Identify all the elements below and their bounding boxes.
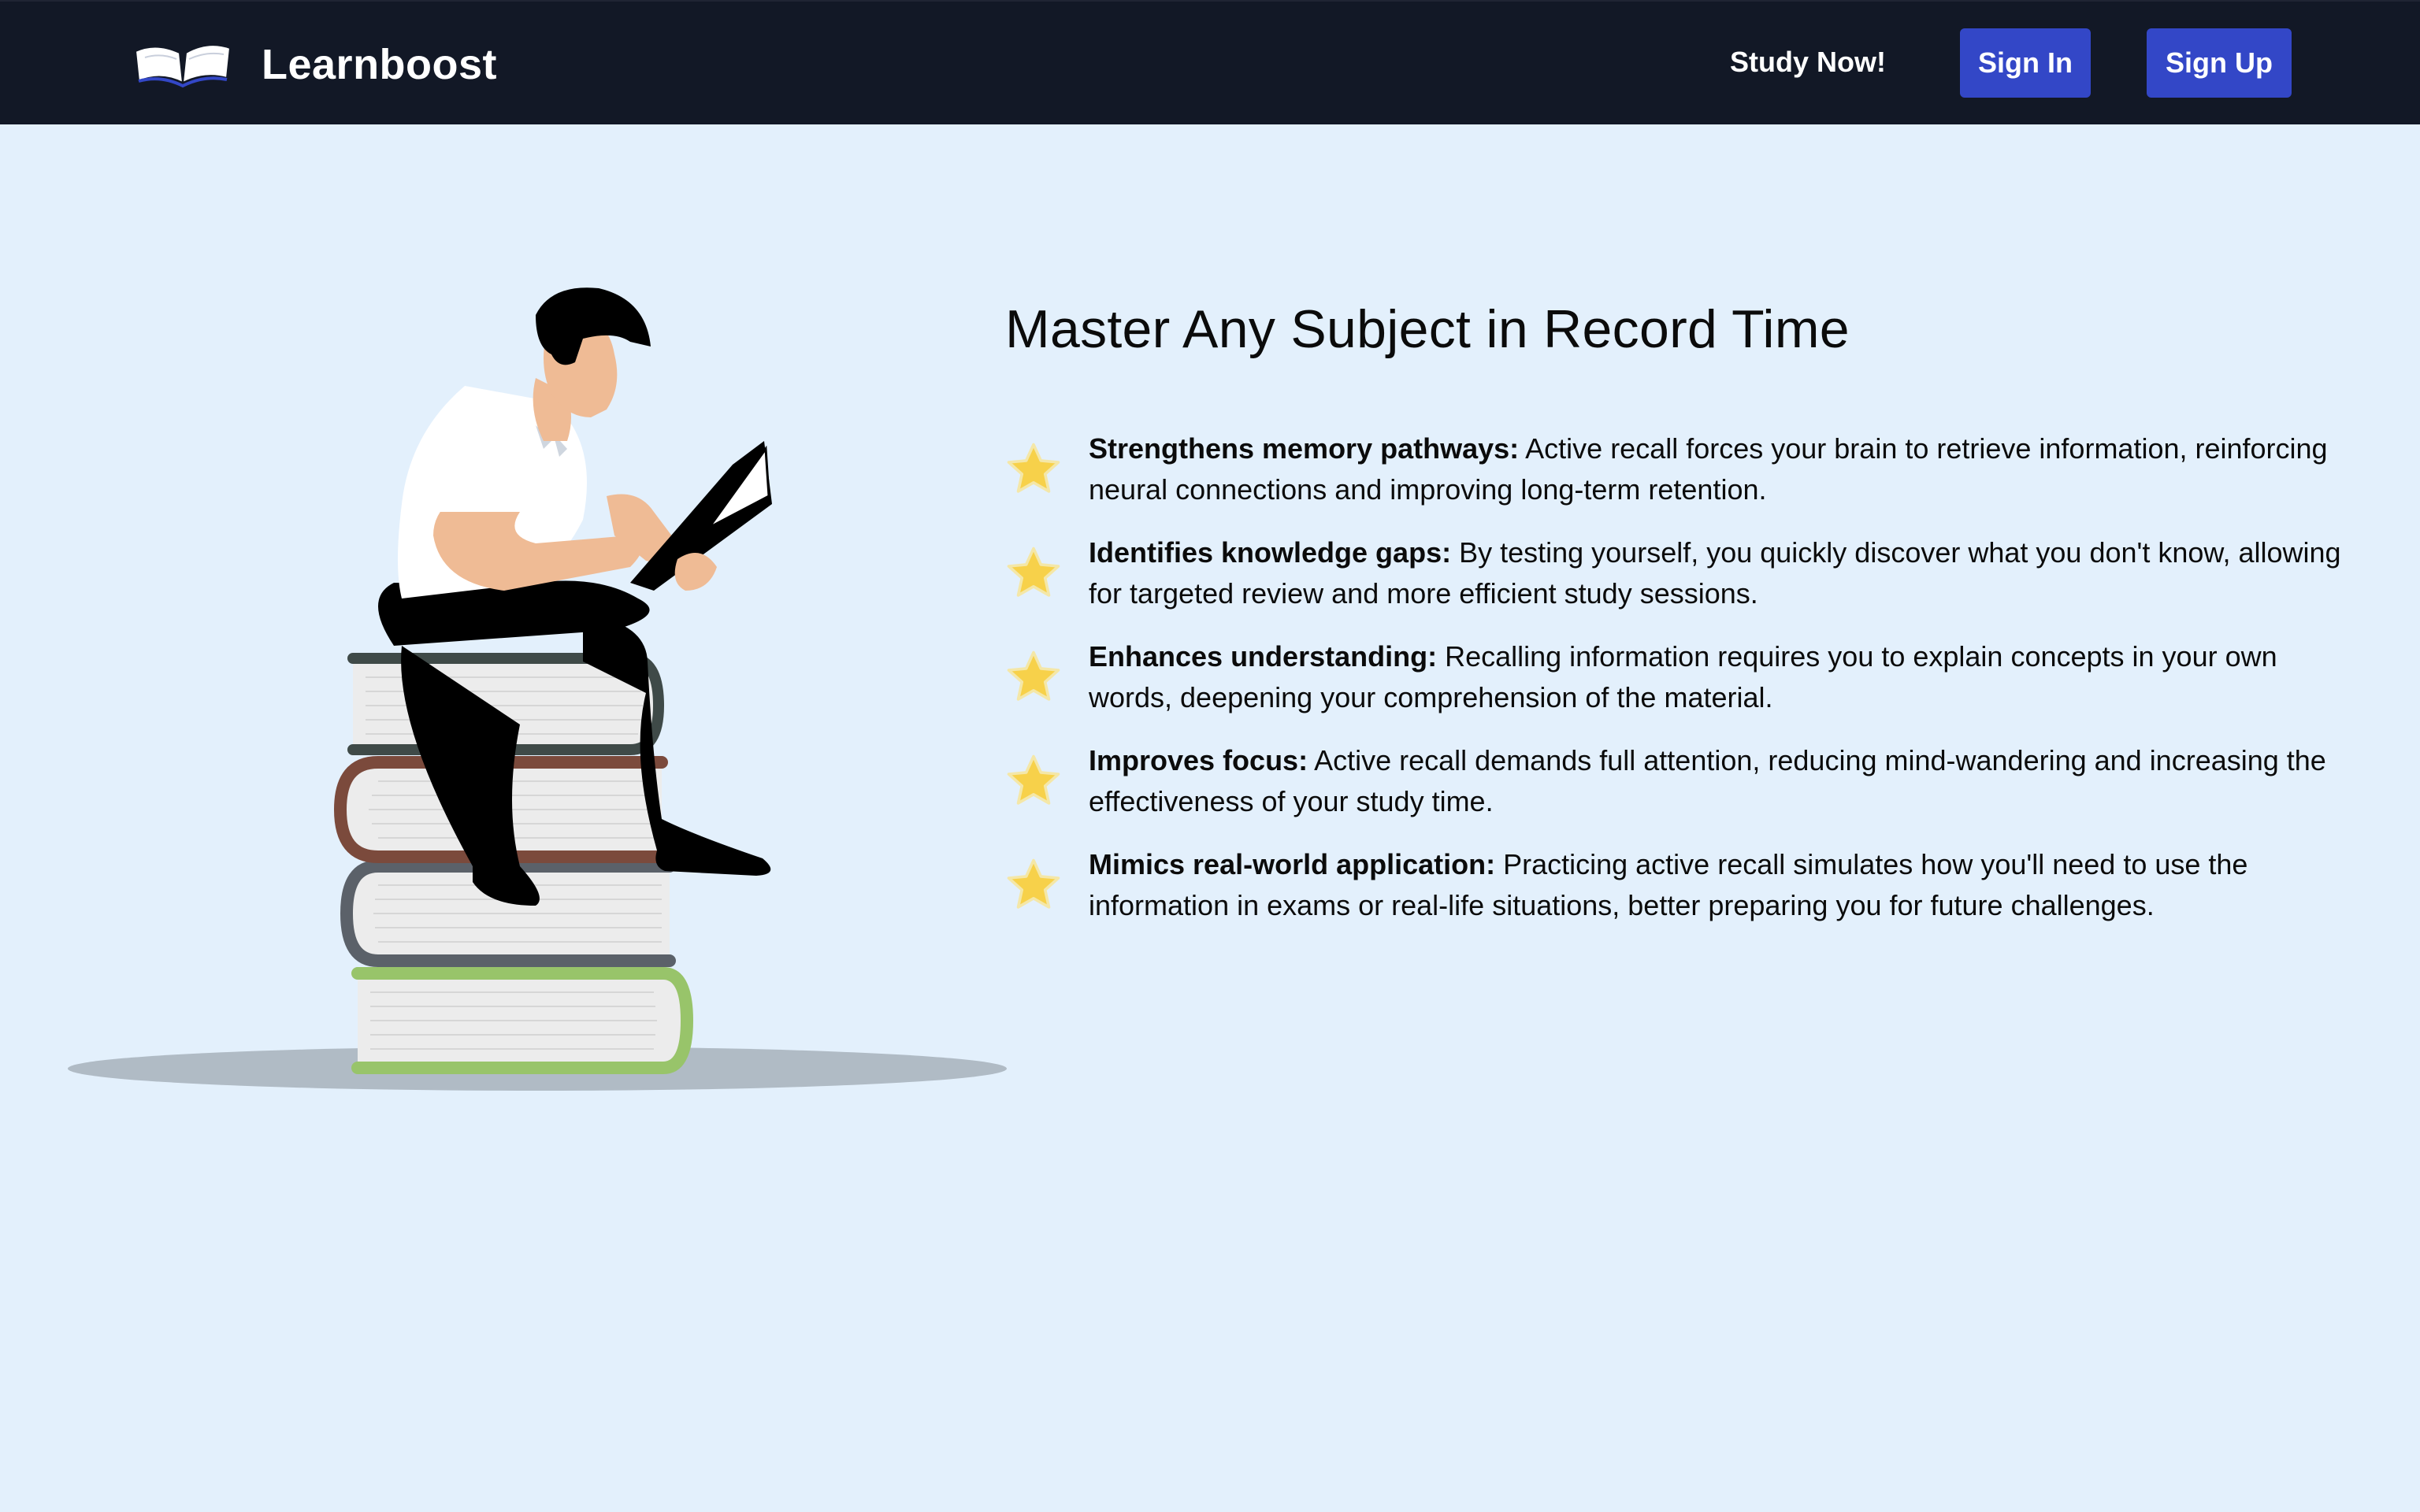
green-book <box>351 967 694 1074</box>
feature-title: Mimics real-world application: <box>1089 848 1496 880</box>
sign-up-button[interactable]: Sign Up <box>2147 28 2292 98</box>
feature-description: Identifies knowledge gaps: By testing yo… <box>1089 532 2344 614</box>
student-on-books-illustration <box>68 287 1007 1091</box>
list-item: Strengthens memory pathways: Active reca… <box>1005 428 2344 532</box>
feature-title: Improves focus: <box>1089 744 1308 776</box>
list-item: Enhances understanding: Recalling inform… <box>1005 636 2344 740</box>
hero-content: Master Any Subject in Record Time Streng… <box>1005 291 2344 921</box>
star-icon <box>1007 650 1060 701</box>
feature-description: Enhances understanding: Recalling inform… <box>1089 636 2344 718</box>
feature-title: Strengthens memory pathways: <box>1089 432 1520 465</box>
page-title: Master Any Subject in Record Time <box>1005 299 1850 359</box>
star-icon <box>1007 547 1060 597</box>
brand[interactable]: Learnboost <box>132 33 497 96</box>
open-book-icon <box>134 44 232 88</box>
list-item: Improves focus: Active recall demands fu… <box>1005 740 2344 844</box>
study-now-link[interactable]: Study Now! <box>1730 46 1886 79</box>
feature-list: Strengthens memory pathways: Active reca… <box>1005 428 2344 948</box>
star-icon <box>1007 443 1060 493</box>
feature-title: Identifies knowledge gaps: <box>1089 536 1452 569</box>
sign-in-button[interactable]: Sign In <box>1960 28 2091 98</box>
star-icon <box>1007 858 1060 909</box>
top-navbar: Learnboost Study Now! Sign In Sign Up <box>0 0 2420 124</box>
list-item: Mimics real-world application: Practicin… <box>1005 844 2344 948</box>
list-item: Identifies knowledge gaps: By testing yo… <box>1005 532 2344 636</box>
star-icon <box>1007 754 1060 805</box>
feature-description: Improves focus: Active recall demands fu… <box>1089 740 2344 822</box>
feature-description: Strengthens memory pathways: Active reca… <box>1089 428 2344 510</box>
feature-title: Enhances understanding: <box>1089 640 1438 673</box>
feature-description: Mimics real-world application: Practicin… <box>1089 844 2344 926</box>
brand-name: Learnboost <box>262 41 498 88</box>
